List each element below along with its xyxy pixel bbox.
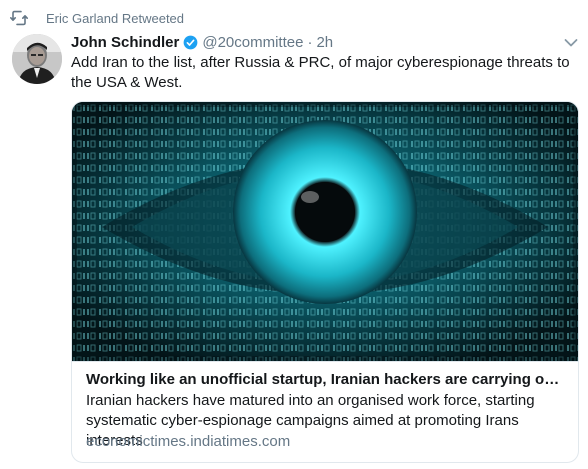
- retweet-context[interactable]: Eric Garland Retweeted: [10, 9, 184, 27]
- tweet-text: Add Iran to the list, after Russia & PRC…: [71, 54, 570, 91]
- card-title[interactable]: Working like an unofficial startup, Iran…: [86, 370, 566, 390]
- card-image[interactable]: [72, 102, 578, 366]
- avatar[interactable]: [12, 34, 62, 84]
- separator-dot: ·: [307, 33, 313, 51]
- avatar-image: [12, 34, 62, 84]
- author-handle[interactable]: @20committee: [202, 34, 303, 51]
- tweet-header: John Schindler @20committee · 2h: [71, 32, 568, 52]
- card-domain[interactable]: economictimes.indiatimes.com: [86, 432, 290, 452]
- chevron-down-icon[interactable]: [564, 38, 578, 48]
- card-body[interactable]: Working like an unofficial startup, Iran…: [72, 361, 578, 462]
- verified-badge-icon: [183, 35, 198, 49]
- binary-eye-image: [72, 102, 578, 366]
- retweet-icon: [10, 10, 28, 26]
- tweet-timestamp[interactable]: 2h: [316, 34, 333, 51]
- retweet-label[interactable]: Eric Garland Retweeted: [46, 11, 184, 26]
- author-name[interactable]: John Schindler: [71, 34, 179, 51]
- link-card[interactable]: Working like an unofficial startup, Iran…: [71, 101, 579, 463]
